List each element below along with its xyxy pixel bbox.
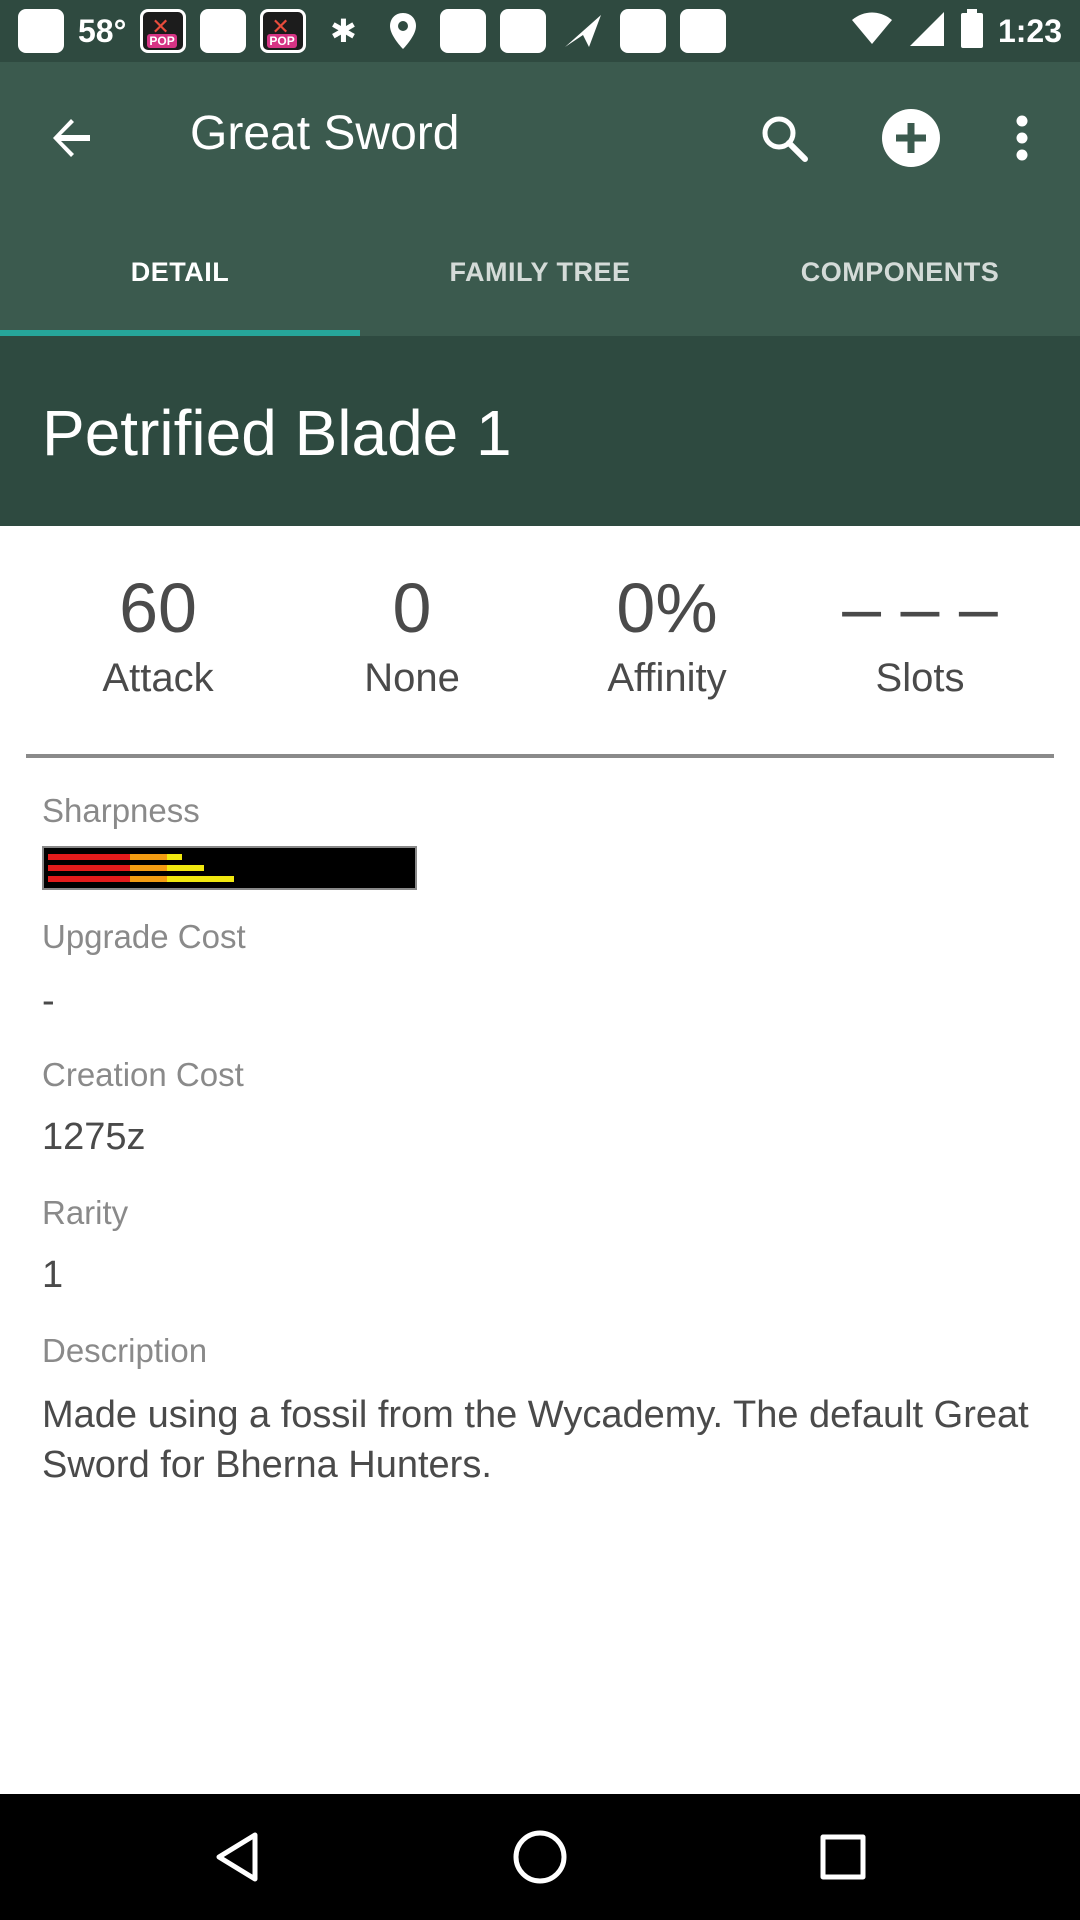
stats-divider [26,754,1054,758]
stat-affinity: 0% Affinity [537,570,797,701]
status-right: 1:23 [850,8,1062,54]
stat-label: None [364,656,460,700]
upgrade-cost-label: Upgrade Cost [42,918,246,955]
square-icon [620,9,667,53]
overflow-menu-button[interactable] [986,102,1058,174]
tab-family-tree[interactable]: FAMILY TREE [360,208,720,336]
sharpness-label: Sharpness [42,792,200,829]
back-button[interactable] [36,102,108,174]
stat-element: 0 None [282,570,542,701]
stat-value: 60 [119,569,197,647]
home-circle-icon [513,1830,567,1884]
sharpness-segment [130,854,167,860]
rarity-value: 1 [42,1254,64,1296]
square-icon [200,9,247,53]
battery-icon [960,8,984,54]
square-icon [500,9,547,53]
description-label: Description [42,1332,208,1369]
square-icon [680,9,727,53]
navigation-bar [0,1794,1080,1920]
sharpness-segment [48,854,130,860]
search-button[interactable] [748,102,820,174]
location-pin-icon [380,9,426,53]
square-icon [440,9,487,53]
nav-back-button[interactable] [202,1822,272,1892]
more-vertical-icon [1016,115,1028,161]
upgrade-cost-value: - [42,980,55,1022]
sharpness-segment [130,865,167,871]
clock-text: 1:23 [997,12,1062,49]
sharpness-segment [167,876,234,882]
tab-detail[interactable]: DETAIL [0,208,360,336]
search-icon [762,116,808,162]
sharpness-segment [167,854,182,860]
gymnast-icon: ✱ [329,13,357,49]
description-text: Made using a fossil from the Wycademy. T… [42,1394,1029,1486]
page-title: Great Sword [190,107,460,160]
sharpness-segment [48,876,130,882]
add-circle-icon [882,109,940,167]
tab-components[interactable]: COMPONENTS [720,208,1080,336]
stat-label: Slots [875,656,965,700]
send-icon [560,9,606,53]
stat-attack: 60 Attack [28,570,288,701]
status-left: 58° ✕ POP ✕ POP ✱ [18,8,727,54]
creation-cost-value: 1275z [42,1116,146,1158]
weapon-header: Petrified Blade 1 [0,336,1080,526]
stat-slots: – – – Slots [790,570,1050,701]
signal-icon [908,10,946,53]
message-icon [18,9,64,53]
wifi-icon [850,12,894,51]
nav-recents-button[interactable] [808,1822,878,1892]
sharpness-segment [167,865,204,871]
stat-value: 0% [616,569,718,647]
stat-value: 0 [392,569,432,647]
tab-bar: DETAIL FAMILY TREE COMPONENTS [0,208,1080,336]
stat-label: Affinity [607,656,727,700]
back-triangle-icon [216,1832,258,1882]
stat-label: Attack [102,656,214,700]
sharpness-segment [130,876,167,882]
temperature-text: 58° [78,12,127,49]
creation-cost-label: Creation Cost [42,1056,244,1093]
nav-home-button[interactable] [505,1822,575,1892]
stat-value: – – – [842,569,998,647]
status-bar: 58° ✕ POP ✕ POP ✱ 1:23 [0,0,1080,62]
recents-square-icon [820,1834,866,1880]
arrow-back-icon [53,119,90,157]
pop-app-icon: ✕ POP [260,9,307,53]
weapon-name: Petrified Blade 1 [42,397,512,469]
rarity-label: Rarity [42,1194,129,1231]
pop-app-icon: ✕ POP [140,9,187,53]
add-button[interactable] [875,102,947,174]
sharpness-segment [48,865,130,871]
app-bar: Great Sword [0,62,1080,208]
stats-row: 60 Attack 0 None 0% Affinity – – – Slots [0,570,1080,720]
sharpness-bar [42,846,417,890]
